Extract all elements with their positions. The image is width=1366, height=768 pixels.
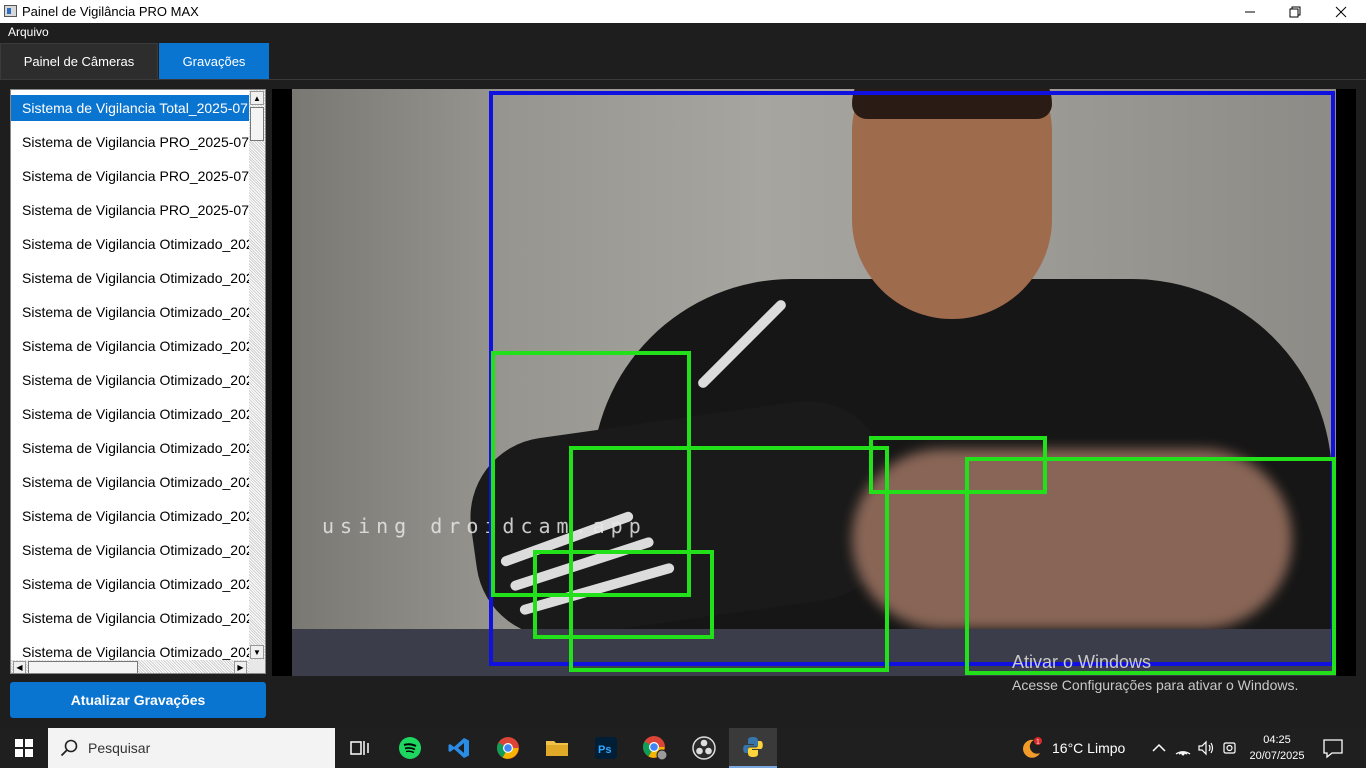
file-explorer-taskbar-button[interactable] (533, 728, 581, 768)
list-item[interactable]: Sistema de Vigilancia Otimizado_202 (11, 435, 249, 461)
tab-bar: Painel de Câmeras Gravações (0, 42, 1366, 80)
list-item[interactable]: Sistema de Vigilancia PRO_2025-07 (11, 129, 249, 155)
spotify-taskbar-button[interactable] (386, 728, 434, 768)
scroll-down-icon[interactable]: ▼ (250, 645, 264, 659)
activation-subtitle: Acesse Configurações para ativar o Windo… (1012, 677, 1299, 693)
motion-detection-box (533, 550, 714, 639)
photoshop-icon: Ps (595, 737, 617, 759)
chevron-up-icon (1152, 743, 1166, 752)
search-icon (60, 739, 78, 757)
horizontal-scrollbar[interactable]: ◀ ▶ (11, 660, 249, 673)
camera-privacy-button[interactable] (1220, 738, 1240, 758)
show-hidden-icons-button[interactable] (1149, 738, 1169, 758)
wifi-icon (1175, 751, 1191, 756)
tab-recordings[interactable]: Gravações (159, 43, 269, 79)
recordings-list[interactable]: Sistema de Vigilancia Total_2025-07 Sist… (10, 89, 266, 674)
activation-title: Ativar o Windows (1012, 652, 1152, 672)
taskbar-clock[interactable]: 04:25 20/07/2025 (1244, 732, 1310, 764)
app-icon (4, 5, 17, 17)
list-item[interactable]: Sistema de Vigilancia Otimizado_202 (11, 367, 249, 393)
python-icon (743, 737, 763, 757)
spotify-icon (399, 737, 421, 759)
horizontal-scroll-thumb[interactable] (28, 661, 138, 673)
minimize-icon (1245, 11, 1255, 12)
windows-activation-watermark: Ativar o Windows Acesse Configurações pa… (1012, 652, 1298, 693)
vertical-scrollbar[interactable]: ▲ ▼ (249, 90, 265, 660)
vscode-taskbar-button[interactable] (435, 728, 483, 768)
chrome-profile-icon (643, 736, 668, 761)
close-icon (1335, 6, 1347, 17)
camera-icon (1223, 742, 1236, 754)
obs-icon (692, 736, 716, 760)
list-item[interactable]: Sistema de Vigilancia Otimizado_202 (11, 333, 249, 359)
list-item[interactable]: Sistema de Vigilancia Otimizado_202 (11, 401, 249, 427)
scroll-right-icon[interactable]: ▶ (234, 661, 247, 673)
vertical-scroll-thumb[interactable] (250, 107, 264, 141)
volume-button[interactable] (1196, 738, 1216, 758)
list-item[interactable]: Sistema de Vigilancia Otimizado_202 (11, 571, 249, 597)
weather-text[interactable]: 16°C Limpo (1052, 740, 1125, 756)
scroll-up-icon[interactable]: ▲ (250, 91, 264, 105)
photoshop-taskbar-button[interactable]: Ps (582, 728, 630, 768)
folder-icon (546, 741, 568, 756)
clock-time: 04:25 (1263, 734, 1291, 746)
scrollbar-corner (249, 660, 265, 673)
menu-file[interactable]: Arquivo (8, 25, 49, 39)
svg-text:Ps: Ps (598, 744, 611, 756)
list-item[interactable]: Sistema de Vigilancia Otimizado_202 (11, 605, 249, 631)
python-taskbar-button[interactable] (729, 728, 777, 768)
network-button[interactable] (1173, 738, 1193, 758)
obs-taskbar-button[interactable] (680, 728, 728, 768)
scroll-left-icon[interactable]: ◀ (13, 661, 26, 673)
title-bar: Painel de Vigilância PRO MAX (0, 0, 1366, 23)
tab-cameras[interactable]: Painel de Câmeras (0, 43, 158, 79)
search-placeholder: Pesquisar (88, 740, 151, 756)
notifications-icon[interactable] (1320, 737, 1346, 759)
list-item[interactable]: Sistema de Vigilancia Otimizado_202 (11, 265, 249, 291)
chrome-taskbar-button[interactable] (484, 728, 532, 768)
window-title: Painel de Vigilância PRO MAX (22, 4, 199, 19)
clock-date: 20/07/2025 (1249, 750, 1305, 762)
list-item[interactable]: Sistema de Vigilancia PRO_2025-07 (11, 163, 249, 189)
close-button[interactable] (1318, 0, 1364, 23)
windows-logo-icon (15, 739, 33, 757)
restore-button[interactable] (1272, 0, 1318, 23)
menu-bar: Arquivo (0, 23, 1366, 42)
list-item[interactable]: Sistema de Vigilancia PRO_2025-07 (11, 197, 249, 223)
taskbar: Pesquisar Ps 1 16°C Limpo 04:25 20/07/20… (0, 728, 1366, 768)
minimize-button[interactable] (1227, 0, 1273, 23)
chrome-icon (497, 737, 519, 759)
list-item[interactable]: Sistema de Vigilancia Otimizado_202 (11, 503, 249, 529)
list-item[interactable]: Sistema de Vigilancia Otimizado_202 (11, 469, 249, 495)
vscode-icon (448, 738, 469, 758)
restore-icon (1289, 6, 1301, 17)
taskbar-search[interactable]: Pesquisar (48, 728, 335, 768)
task-view-icon (350, 741, 369, 755)
video-player: using droidcam.app (272, 89, 1356, 676)
chrome-profile-taskbar-button[interactable] (631, 728, 679, 768)
task-view-button[interactable] (336, 728, 384, 768)
video-frame: using droidcam.app (292, 89, 1336, 676)
list-item[interactable]: Sistema de Vigilancia Otimizado_202 (11, 299, 249, 325)
speaker-icon (1198, 740, 1214, 756)
start-button[interactable] (0, 728, 48, 768)
moon-weather-icon[interactable]: 1 (1020, 737, 1042, 759)
list-item[interactable]: Sistema de Vigilancia Otimizado_202 (11, 231, 249, 257)
list-item[interactable]: Sistema de Vigilancia Total_2025-07 (11, 95, 249, 121)
list-item[interactable]: Sistema de Vigilancia Otimizado_202 (11, 537, 249, 563)
refresh-recordings-button[interactable]: Atualizar Gravações (10, 682, 266, 718)
motion-detection-box (965, 457, 1336, 675)
